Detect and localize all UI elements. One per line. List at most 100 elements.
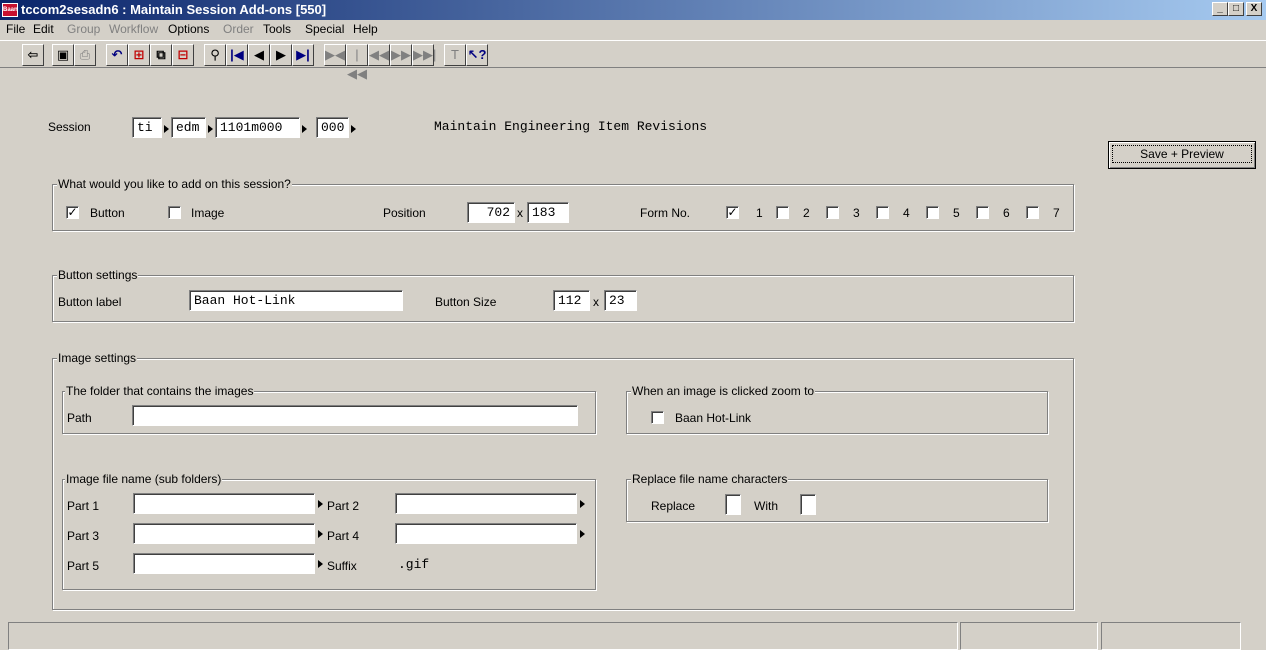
part2-label: Part 2 [327, 499, 360, 513]
text-icon[interactable]: T [444, 44, 466, 66]
session-version-field[interactable]: 000 [316, 117, 349, 138]
zoom-arrow-icon[interactable] [302, 125, 307, 133]
part3-field[interactable] [133, 523, 315, 544]
menu-help[interactable]: Help [353, 22, 378, 36]
folder-group-title: The folder that contains the images [65, 384, 255, 398]
menu-order[interactable]: Order [223, 22, 254, 36]
position-y-field[interactable]: 183 [527, 202, 569, 223]
menu-file[interactable]: File [6, 22, 25, 36]
part5-field[interactable] [133, 553, 315, 574]
app-icon: Baan [2, 3, 18, 17]
button-checkbox[interactable]: ✓ [66, 206, 79, 219]
close-button[interactable]: X [1246, 2, 1262, 16]
last-record-icon[interactable]: ▶| [292, 44, 314, 66]
form-5-checkbox[interactable] [926, 206, 939, 219]
title-bar[interactable]: Baan tccom2sesadn6 : Maintain Session Ad… [0, 0, 1266, 20]
minimize-button[interactable]: _ [1212, 2, 1228, 16]
last-set-icon[interactable]: ▶▶| [412, 44, 436, 66]
with-field[interactable] [800, 494, 816, 515]
previous-record-icon[interactable]: ◀ [248, 44, 270, 66]
zoom-group-title: When an image is clicked zoom to [631, 384, 816, 398]
window-title: tccom2sesadn6 : Maintain Session Add-ons… [21, 2, 327, 17]
image-checkbox[interactable] [168, 206, 181, 219]
form-5-label: 5 [953, 206, 960, 220]
menu-group[interactable]: Group [67, 22, 100, 36]
part2-field[interactable] [395, 493, 577, 514]
part4-field[interactable] [395, 523, 577, 544]
form-1-checkbox[interactable]: ✓ [726, 206, 739, 219]
forward-icon[interactable]: ▶▶ [390, 44, 412, 66]
button-size-label: Button Size [435, 295, 497, 309]
menu-special[interactable]: Special [305, 22, 344, 36]
exit-icon[interactable]: ⇦ [22, 44, 44, 66]
part1-label: Part 1 [67, 499, 100, 513]
first-record-icon[interactable]: |◀ [226, 44, 248, 66]
menu-edit[interactable]: Edit [33, 22, 54, 36]
form-7-checkbox[interactable] [1026, 206, 1039, 219]
zoom-hot-link-checkbox[interactable] [651, 411, 664, 424]
session-package-field[interactable]: ti [132, 117, 162, 138]
button-label-field[interactable]: Baan Hot-Link [189, 290, 403, 311]
toolbar: ⇦ ▣ ⎙ ↶ ⊞ ⧉ ⊟ ⚲ |◀ ◀ ▶ ▶| ▶◀ |◀◀ ◀◀ ▶▶ ▶… [0, 40, 1266, 81]
first-set-icon[interactable]: ▶◀ [324, 44, 346, 66]
copy-icon[interactable]: ⧉ [150, 44, 172, 66]
position-x-field[interactable]: 702 [467, 202, 515, 223]
zoom-arrow-icon[interactable] [318, 530, 323, 538]
form-number-label: Form No. [640, 206, 691, 220]
duplicate-icon[interactable]: ⊟ [172, 44, 194, 66]
path-field[interactable] [132, 405, 578, 426]
check-mark-icon: ✓ [727, 205, 738, 219]
part4-label: Part 4 [327, 529, 360, 543]
undo-icon[interactable]: ↶ [106, 44, 128, 66]
previous-set-icon[interactable]: |◀◀ [346, 44, 368, 81]
form-4-label: 4 [903, 206, 910, 220]
session-module-field[interactable]: edm [171, 117, 206, 138]
form-3-label: 3 [853, 206, 860, 220]
form-2-checkbox[interactable] [776, 206, 789, 219]
button-size-times: x [593, 295, 599, 309]
menu-tools[interactable]: Tools [263, 22, 291, 36]
button-height-field[interactable]: 23 [604, 290, 637, 311]
session-code-field[interactable]: 1101m000 [215, 117, 300, 138]
zoom-arrow-icon[interactable] [580, 500, 585, 508]
replace-group-title: Replace file name characters [631, 472, 789, 486]
form-6-checkbox[interactable] [976, 206, 989, 219]
find-icon[interactable]: ⚲ [204, 44, 226, 66]
menu-workflow[interactable]: Workflow [109, 22, 158, 36]
suffix-label: Suffix [327, 559, 357, 573]
form-3-checkbox[interactable] [826, 206, 839, 219]
status-bar-panel-2 [960, 622, 1098, 650]
zoom-arrow-icon[interactable] [164, 125, 169, 133]
menu-options[interactable]: Options [168, 22, 209, 36]
form-1-label: 1 [756, 206, 763, 220]
button-width-field[interactable]: 112 [553, 290, 590, 311]
status-bar-panel-3 [1101, 622, 1241, 650]
status-bar-main [8, 622, 958, 650]
zoom-arrow-icon[interactable] [351, 125, 356, 133]
form-4-checkbox[interactable] [876, 206, 889, 219]
help-pointer-icon[interactable]: ↖? [466, 44, 488, 66]
next-record-icon[interactable]: ▶ [270, 44, 292, 66]
image-option-label: Image [191, 206, 225, 220]
position-times: x [517, 206, 523, 220]
filename-group-title: Image file name (sub folders) [65, 472, 223, 486]
save-preview-button[interactable]: Save + Preview [1108, 141, 1256, 169]
zoom-arrow-icon[interactable] [208, 125, 213, 133]
part3-label: Part 3 [67, 529, 100, 543]
zoom-arrow-icon[interactable] [580, 530, 585, 538]
maximize-button[interactable]: □ [1228, 2, 1244, 16]
print-icon[interactable]: ⎙ [74, 44, 96, 66]
new-record-icon[interactable]: ⊞ [128, 44, 150, 66]
form-2-label: 2 [803, 206, 810, 220]
rewind-icon[interactable]: ◀◀ [368, 44, 390, 66]
form-6-label: 6 [1003, 206, 1010, 220]
save-icon[interactable]: ▣ [52, 44, 74, 66]
replace-field[interactable] [725, 494, 741, 515]
replace-label: Replace [651, 499, 696, 513]
session-description: Maintain Engineering Item Revisions [434, 119, 708, 134]
zoom-arrow-icon[interactable] [318, 560, 323, 568]
button-option-label: Button [90, 206, 125, 220]
part1-field[interactable] [133, 493, 315, 514]
zoom-arrow-icon[interactable] [318, 500, 323, 508]
path-label: Path [67, 411, 92, 425]
